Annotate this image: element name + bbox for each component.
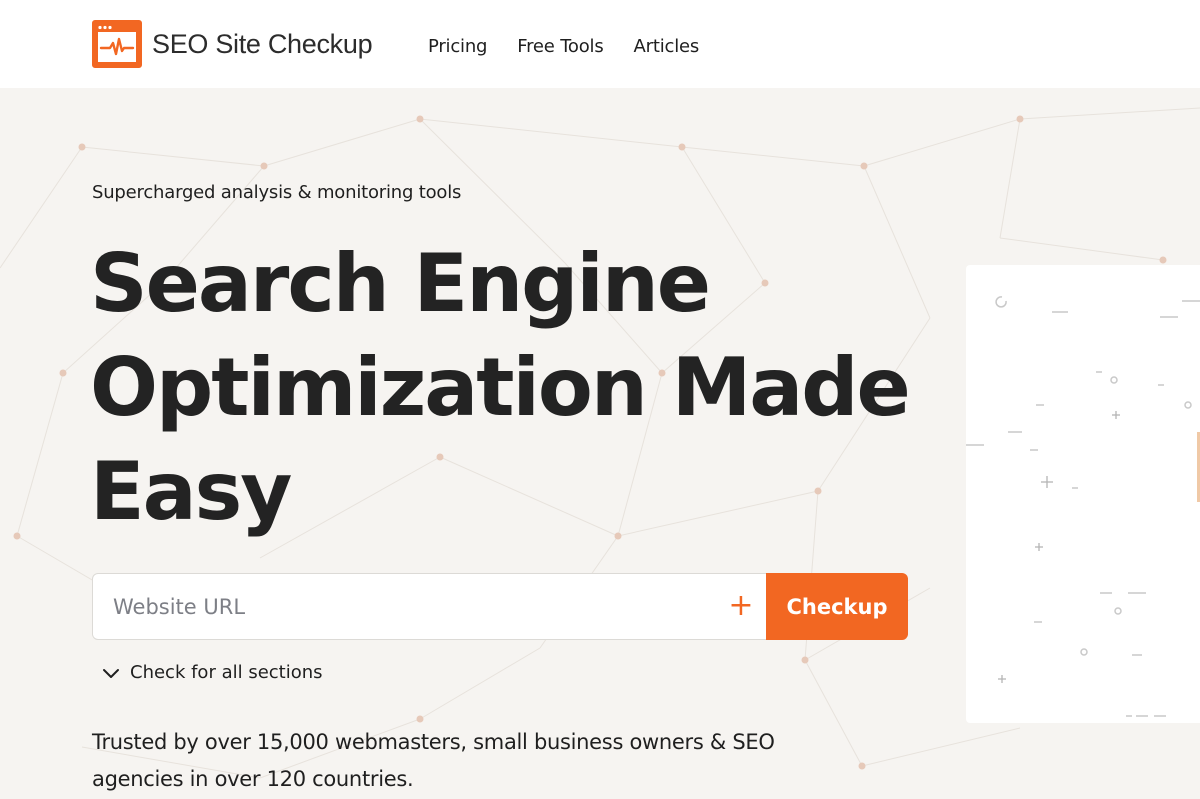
checkup-button[interactable]: Checkup	[766, 573, 908, 640]
hero-headline: Search Engine Optimization Made Easy	[90, 237, 911, 538]
website-url-input[interactable]	[93, 574, 733, 639]
brand-logo-link[interactable]: SEO Site Checkup	[92, 20, 373, 68]
brand-name: SEO Site Checkup	[152, 28, 373, 59]
url-search-form: + Checkup	[92, 573, 908, 640]
main-nav: Pricing Free Tools Articles	[428, 36, 699, 57]
nav-link-articles[interactable]: Articles	[634, 36, 700, 57]
nav-link-pricing[interactable]: Pricing	[428, 36, 487, 57]
nav-link-free-tools[interactable]: Free Tools	[517, 36, 603, 57]
sections-toggle-label: Check for all sections	[130, 662, 323, 683]
trusted-by-text: Trusted by over 15,000 webmasters, small…	[92, 730, 775, 791]
illustration-graphic	[966, 296, 1200, 717]
hero-tagline: Supercharged analysis & monitoring tools	[92, 182, 462, 203]
check-all-sections-toggle[interactable]: Check for all sections	[102, 662, 323, 683]
illustration-panel	[966, 265, 1200, 723]
chevron-down-icon	[103, 668, 119, 678]
top-navigation-bar: SEO Site Checkup Pricing Free Tools Arti…	[0, 0, 1200, 88]
browser-pulse-icon	[92, 20, 142, 68]
plus-icon[interactable]: +	[726, 591, 756, 622]
